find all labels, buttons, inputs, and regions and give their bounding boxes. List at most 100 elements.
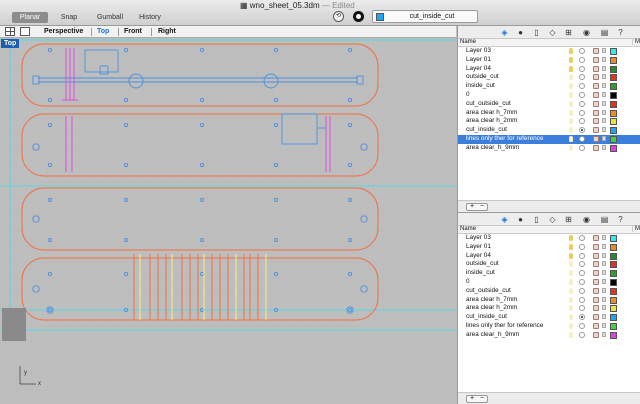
visibility-bulb-icon[interactable] — [569, 243, 573, 250]
lock-icon[interactable] — [593, 305, 599, 312]
layer-color-swatch[interactable] — [610, 91, 617, 99]
print-icon[interactable] — [602, 243, 606, 249]
visibility-bulb-icon[interactable] — [569, 100, 573, 107]
current-layer-radio[interactable] — [579, 83, 585, 90]
planar-toggle[interactable]: Planar — [12, 12, 48, 23]
layer-row[interactable]: Layer 01 — [458, 243, 640, 252]
layer-color-swatch[interactable] — [610, 83, 617, 91]
gumball-toggle[interactable]: Gumball — [93, 12, 127, 23]
print-icon[interactable] — [602, 144, 606, 150]
print-icon[interactable] — [602, 235, 606, 240]
lock-icon[interactable] — [593, 252, 599, 259]
layer-color-swatch[interactable] — [610, 278, 617, 286]
layer-row[interactable]: area clear h_2mm — [458, 304, 640, 313]
visibility-bulb-icon[interactable] — [569, 305, 573, 312]
object-icon[interactable]: ◇ — [548, 215, 557, 224]
lock-icon[interactable] — [593, 278, 599, 285]
lock-icon[interactable] — [593, 100, 599, 107]
layer-row[interactable]: cut_inside_cut — [458, 313, 640, 322]
single-viewport-icon[interactable] — [20, 27, 30, 36]
layer-color-swatch[interactable] — [610, 65, 617, 73]
remove-layer-button[interactable]: − — [477, 395, 487, 402]
current-layer-radio[interactable] — [579, 100, 585, 107]
viewport-label[interactable]: Top — [1, 39, 20, 48]
layers-icon[interactable]: ◈ — [500, 28, 509, 37]
visibility-bulb-icon[interactable] — [569, 83, 573, 90]
print-icon[interactable] — [602, 252, 606, 258]
layer-color-swatch[interactable] — [610, 314, 617, 322]
visibility-bulb-icon[interactable] — [569, 261, 573, 268]
layer-color-swatch[interactable] — [610, 243, 617, 251]
layer-color-swatch[interactable] — [610, 135, 617, 143]
document-icon[interactable]: ▯ — [532, 215, 541, 224]
print-icon[interactable] — [602, 287, 606, 293]
history-clock-icon[interactable]: ⟲ — [333, 11, 344, 22]
print-icon[interactable] — [602, 118, 606, 124]
layer-color-swatch[interactable] — [610, 287, 617, 295]
current-layer-radio[interactable] — [579, 314, 585, 321]
help-icon[interactable]: ? — [616, 215, 625, 224]
current-layer-radio[interactable] — [579, 243, 585, 250]
print-icon[interactable] — [602, 109, 606, 115]
add-layer-button[interactable]: + — [467, 203, 477, 210]
print-icon[interactable] — [602, 314, 606, 320]
print-icon[interactable] — [602, 135, 606, 141]
visibility-bulb-icon[interactable] — [569, 109, 573, 116]
lock-icon[interactable] — [593, 270, 599, 277]
print-icon[interactable] — [602, 91, 606, 97]
top-viewport[interactable]: Top y x — [0, 38, 456, 404]
print-icon[interactable] — [602, 65, 606, 71]
visibility-bulb-icon[interactable] — [569, 65, 573, 72]
notes-icon[interactable]: ▤ — [600, 28, 609, 37]
layer-row[interactable]: 0 — [458, 91, 640, 100]
layer-row[interactable]: lines only ther for reference — [458, 322, 640, 331]
snap-toggle[interactable]: Snap — [60, 12, 78, 23]
layer-row[interactable]: Layer 03 — [458, 234, 640, 243]
current-layer-radio[interactable] — [579, 91, 585, 98]
layer-color-swatch[interactable] — [610, 331, 617, 339]
current-layer-radio[interactable] — [579, 56, 585, 63]
lock-icon[interactable] — [593, 314, 599, 321]
print-icon[interactable] — [602, 261, 606, 267]
lock-icon[interactable] — [593, 296, 599, 303]
print-icon[interactable] — [602, 331, 606, 337]
current-layer-radio[interactable] — [579, 252, 585, 259]
lock-icon[interactable] — [593, 48, 599, 54]
material-column-header[interactable]: Ma — [632, 39, 640, 45]
layer-color-swatch[interactable] — [610, 252, 617, 260]
current-layer-radio[interactable] — [579, 127, 585, 134]
document-icon[interactable]: ▯ — [532, 28, 541, 37]
current-layer-radio[interactable] — [579, 135, 585, 142]
current-layer-radio[interactable] — [579, 74, 585, 81]
layer-color-swatch[interactable] — [610, 127, 617, 135]
current-layer-radio[interactable] — [579, 287, 585, 294]
layer-row[interactable]: cut_outside_cut — [458, 100, 640, 109]
view-icon[interactable]: ◉ — [582, 215, 591, 224]
current-layer-radio[interactable] — [579, 235, 585, 241]
current-layer-radio[interactable] — [579, 322, 585, 329]
remove-layer-button[interactable]: − — [477, 203, 487, 210]
current-layer-radio[interactable] — [579, 65, 585, 72]
layer-color-swatch[interactable] — [610, 270, 617, 278]
visibility-bulb-icon[interactable] — [569, 127, 573, 134]
layer-color-swatch[interactable] — [610, 322, 617, 330]
current-layer-radio[interactable] — [579, 331, 585, 338]
view-icon[interactable]: ◉ — [582, 28, 591, 37]
current-layer-radio[interactable] — [579, 296, 585, 303]
layer-row[interactable]: area clear h_7mm — [458, 109, 640, 118]
lock-icon[interactable] — [593, 56, 599, 63]
layer-color-swatch[interactable] — [610, 305, 617, 313]
name-column-header[interactable]: Name — [460, 39, 476, 45]
layer-row[interactable]: Layer 04 — [458, 252, 640, 261]
visibility-bulb-icon[interactable] — [569, 252, 573, 259]
print-icon[interactable] — [602, 278, 606, 284]
history-toggle[interactable]: History — [137, 12, 163, 23]
lock-icon[interactable] — [593, 74, 599, 81]
material-column-header[interactable]: Ma — [632, 226, 640, 232]
name-column-header[interactable]: Name — [460, 226, 476, 232]
record-icon[interactable] — [353, 11, 364, 22]
current-layer-dropdown[interactable]: cut_inside_cut — [372, 10, 478, 23]
layer-row[interactable]: inside_cut — [458, 269, 640, 278]
display-icon[interactable]: ⊞ — [564, 28, 573, 37]
visibility-bulb-icon[interactable] — [569, 118, 573, 125]
